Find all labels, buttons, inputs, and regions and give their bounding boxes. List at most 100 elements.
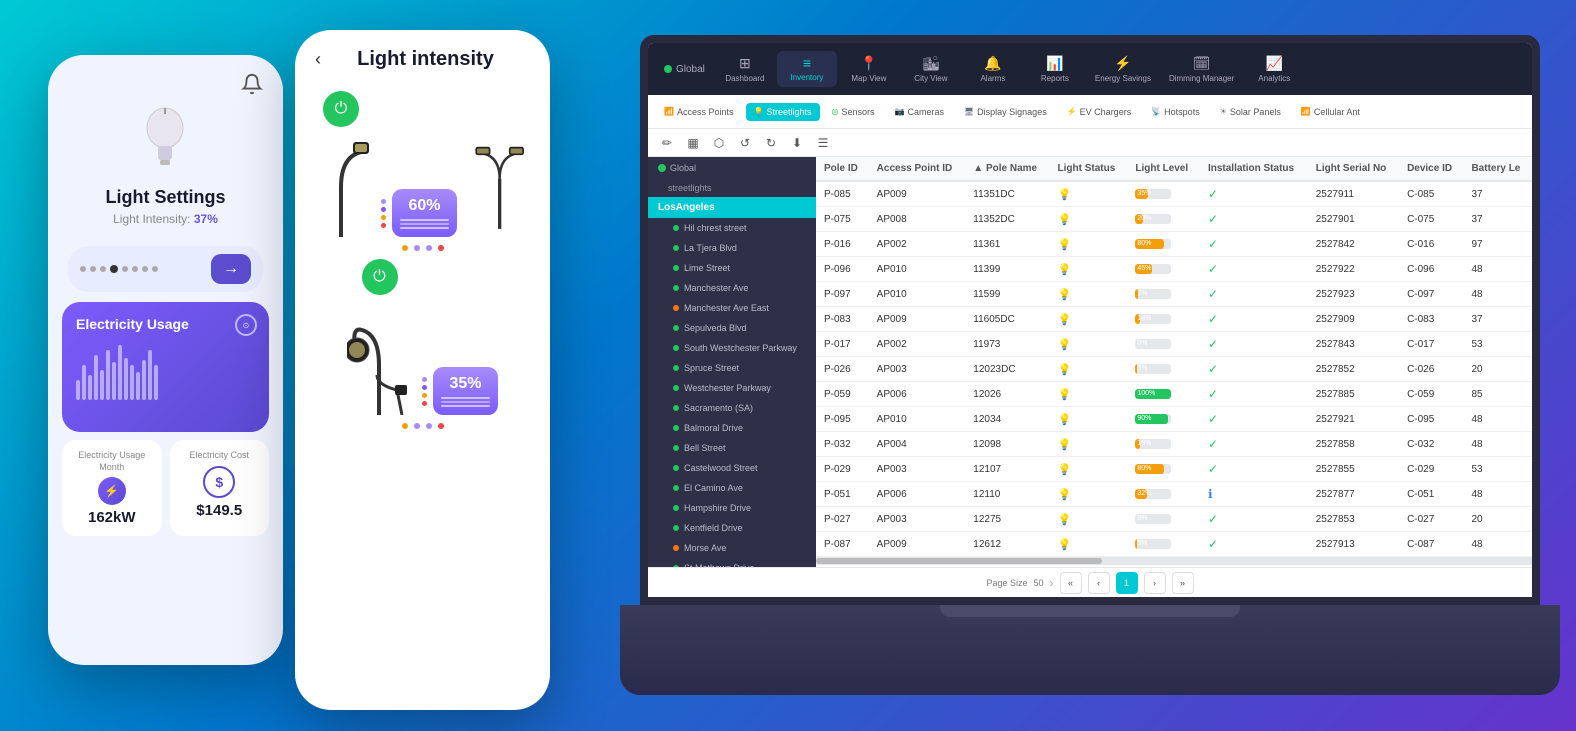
power-button-1[interactable]: ⏻ (323, 91, 359, 127)
sidebar-item-sacramento-(sa)[interactable]: Sacramento (SA) (648, 398, 816, 418)
dashboard: Global ⊞Dashboard≡Inventory📍Map View🏙Cit… (648, 43, 1532, 597)
bell-icon[interactable] (241, 73, 263, 100)
sidebar-item-balmoral-drive[interactable]: Balmoral Drive (648, 418, 816, 438)
sidebar-city[interactable]: LosAngeles (648, 197, 816, 218)
sidebar-item-lime-street[interactable]: Lime Street (648, 258, 816, 278)
col-header-access-point-id[interactable]: Access Point ID (869, 157, 966, 181)
sidebar-item-el-camino-ave[interactable]: El Camino Ave (648, 478, 816, 498)
pole-name: 12107 (965, 457, 1049, 482)
ap-id: AP003 (869, 357, 966, 382)
sidebar-item-spruce-street[interactable]: Spruce Street (648, 358, 816, 378)
sidebar-item-castelwood-street[interactable]: Castelwood Street (648, 458, 816, 478)
filter-tab-access-points[interactable]: 📶Access Points (656, 103, 742, 121)
prev-page-btn[interactable]: ‹ (1088, 572, 1110, 594)
nav-item-city-view[interactable]: 🏙City View (901, 51, 961, 87)
col-header-battery-le[interactable]: Battery Le (1463, 157, 1532, 181)
first-page-btn[interactable]: « (1060, 572, 1082, 594)
filter-tab-cameras[interactable]: 📷Cameras (887, 103, 952, 121)
status-dot (673, 505, 679, 511)
sidebar-item-hampshire-drive[interactable]: Hampshire Drive (648, 498, 816, 518)
current-page-btn[interactable]: 1 (1116, 572, 1138, 594)
phone-left: Light Settings Light Intensity: 37% → ⊙ … (48, 55, 283, 665)
filter-tab-display-signages[interactable]: 🖥Display Signages (956, 103, 1055, 121)
col-header-installation-status[interactable]: Installation Status (1200, 157, 1308, 181)
refresh2-icon[interactable]: ↻ (760, 132, 782, 154)
nav-item-dimming-manager[interactable]: 🗓Dimming Manager (1161, 51, 1242, 87)
sidebar-item-bell-street[interactable]: Bell Street (648, 438, 816, 458)
filter-tab-sensors[interactable]: ◎Sensors (824, 103, 883, 121)
status-dot (673, 525, 679, 531)
filter-tab-ev-chargers[interactable]: ⚡EV Chargers (1059, 103, 1140, 121)
phone-middle-header: ‹ Light intensity (295, 30, 550, 81)
power-button-2[interactable]: ⏻ (362, 259, 398, 295)
arrow-button[interactable]: → (211, 254, 251, 284)
battery: 20 (1463, 357, 1532, 382)
col-header-light-level[interactable]: Light Level (1127, 157, 1200, 181)
settings-icon[interactable]: ⊙ (235, 314, 257, 336)
nav-item-analytics[interactable]: 📈Analytics (1244, 51, 1304, 87)
last-page-btn[interactable]: » (1172, 572, 1194, 594)
col-header-pole-id[interactable]: Pole ID (816, 157, 869, 181)
light-settings-title: Light Settings (68, 187, 263, 208)
filter-tab-streetlights[interactable]: 💡Streetlights (746, 103, 820, 121)
light-level: 13% (1127, 432, 1200, 457)
col-header-▲-pole-name[interactable]: ▲ Pole Name (965, 157, 1049, 181)
sidebar-item-sepulveda-blvd[interactable]: Sepulveda Blvd (648, 318, 816, 338)
filter-tab-cellular-ant[interactable]: 📶Cellular Ant (1293, 103, 1368, 121)
intensity-slider[interactable]: → (68, 246, 263, 292)
pole-name: 11605DC (965, 307, 1049, 332)
filter-tab-solar-panels[interactable]: ☀Solar Panels (1212, 103, 1289, 121)
col-header-light-serial-no[interactable]: Light Serial No (1308, 157, 1399, 181)
table-row: P-017AP00211973💡 0% ✓ 2527843C-01753 (816, 332, 1532, 357)
download-icon[interactable]: ⬇ (786, 132, 808, 154)
light-status: 💡 (1050, 232, 1128, 257)
sidebar-item-hil-chrest-street[interactable]: Hil chrest street (648, 218, 816, 238)
col-header-device-id[interactable]: Device ID (1399, 157, 1463, 181)
next-page-btn[interactable]: › (1144, 572, 1166, 594)
col-header-light-status[interactable]: Light Status (1050, 157, 1128, 181)
light-level: 7% (1127, 282, 1200, 307)
table-row: P-085AP00911351DC💡 35% ✓ 2527911C-08537 (816, 181, 1532, 207)
sidebar-item-st-mathews-drive[interactable]: St Mathews Drive (648, 558, 816, 567)
pole-id: P-085 (816, 181, 869, 207)
sidebar-item-westchester-parkway[interactable]: Westchester Parkway (648, 378, 816, 398)
filter-icon[interactable]: ⬡ (708, 132, 730, 154)
table-row: P-032AP00412098💡 13% ✓ 2527858C-03248 (816, 432, 1532, 457)
nav-item-alarms[interactable]: 🔔Alarms (963, 51, 1023, 87)
table-wrap[interactable]: Pole IDAccess Point ID▲ Pole NameLight S… (816, 157, 1532, 567)
nav-item-map-view[interactable]: 📍Map View (839, 51, 899, 87)
sidebar-item-manchester-ave-east[interactable]: Manchester Ave East (648, 298, 816, 318)
ap-id: AP009 (869, 532, 966, 557)
sidebar-item-south-westchester-parkway[interactable]: South Westchester Parkway (648, 338, 816, 358)
install-status: ✓ (1200, 457, 1308, 482)
sidebar-item-label: Sacramento (SA) (684, 403, 753, 413)
list-icon[interactable]: ☰ (812, 132, 834, 154)
nav-item-dashboard[interactable]: ⊞Dashboard (715, 51, 775, 87)
horizontal-scrollbar[interactable] (816, 557, 1532, 565)
phone-middle: ‹ Light intensity ⏻ 60% (295, 30, 550, 710)
pole-id: P-095 (816, 407, 869, 432)
edit-icon[interactable]: ✏ (656, 132, 678, 154)
nav-item-energy-savings[interactable]: ⚡Energy Savings (1087, 51, 1159, 87)
serial: 2527853 (1308, 507, 1399, 532)
columns-icon[interactable]: ▦ (682, 132, 704, 154)
top-nav: Global ⊞Dashboard≡Inventory📍Map View🏙Cit… (648, 43, 1532, 95)
lamp-pct-2: 35% (441, 375, 490, 393)
refresh-icon[interactable]: ↺ (734, 132, 756, 154)
sidebar-item-la-tjera-blvd[interactable]: La Tjera Blvd (648, 238, 816, 258)
battery: 97 (1463, 232, 1532, 257)
light-status: 💡 (1050, 282, 1128, 307)
device-id: C-027 (1399, 507, 1463, 532)
nav-item-reports[interactable]: 📊Reports (1025, 51, 1085, 87)
sidebar-streetlights[interactable]: streetlights (648, 179, 816, 197)
pole-id: P-059 (816, 382, 869, 407)
sidebar-item-label: Sepulveda Blvd (684, 323, 747, 333)
nav-item-inventory[interactable]: ≡Inventory (777, 51, 837, 87)
sidebar-item-kentfield-drive[interactable]: Kentfield Drive (648, 518, 816, 538)
serial: 2527843 (1308, 332, 1399, 357)
ap-id: AP002 (869, 332, 966, 357)
sidebar-item-morse-ave[interactable]: Morse Ave (648, 538, 816, 558)
sidebar-item-manchester-ave[interactable]: Manchester Ave (648, 278, 816, 298)
laptop-base (620, 605, 1560, 695)
filter-tab-hotspots[interactable]: 📡Hotspots (1143, 103, 1208, 121)
